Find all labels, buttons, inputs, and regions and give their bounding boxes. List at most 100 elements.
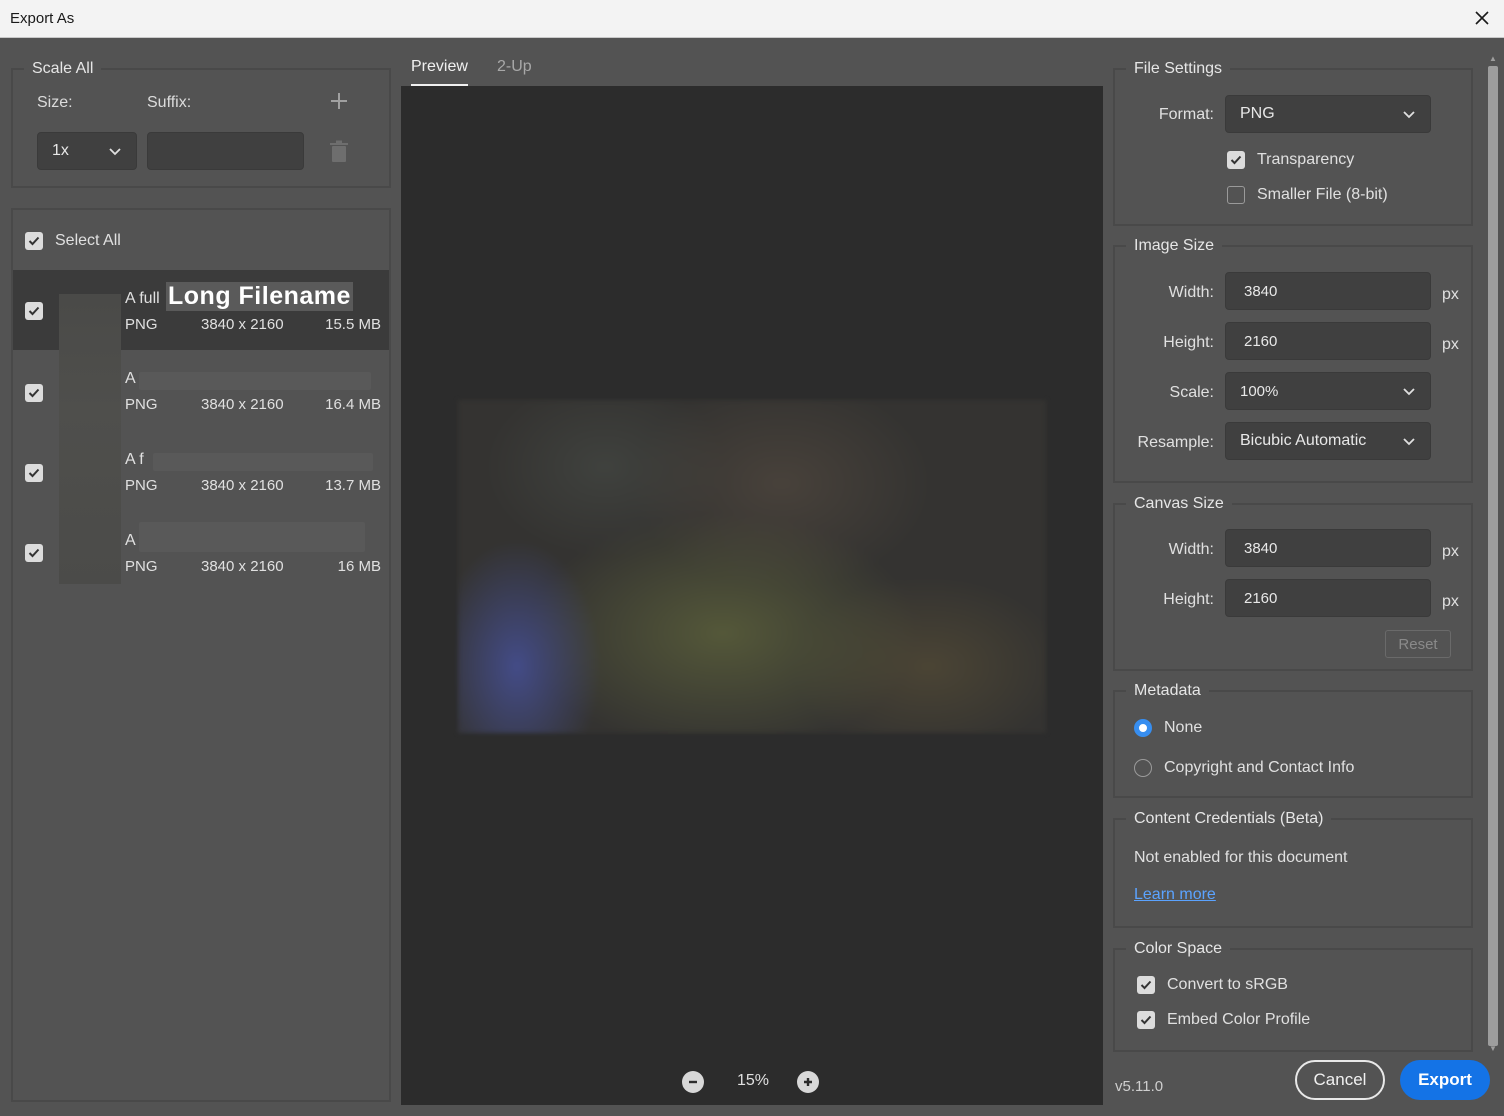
file-dimensions: 3840 x 2160	[201, 558, 284, 575]
embed-color-profile-label: Embed Color Profile	[1167, 1011, 1311, 1028]
file-name-highlight: Long Filename	[166, 282, 353, 311]
zoom-out-icon[interactable]	[682, 1071, 704, 1093]
file-name-redacted	[139, 372, 371, 390]
resample-dropdown[interactable]: Bicubic Automatic	[1225, 422, 1431, 460]
file-format: PNG	[125, 477, 158, 494]
checkmark-icon	[28, 236, 40, 246]
smaller-file-label: Smaller File (8-bit)	[1257, 186, 1388, 203]
file-size: 16.4 MB	[325, 396, 381, 413]
checkmark-icon	[28, 548, 40, 558]
scale-dropdown[interactable]: 100%	[1225, 372, 1431, 410]
image-height-label: Height:	[1163, 334, 1214, 351]
size-label: Size:	[37, 94, 73, 111]
file-format: PNG	[125, 316, 158, 333]
cancel-button[interactable]: Cancel	[1295, 1060, 1385, 1100]
title-bar: Export As	[0, 0, 1504, 38]
canvas-width-label: Width:	[1168, 541, 1214, 558]
checkmark-icon	[1140, 980, 1152, 990]
file-checkbox[interactable]	[25, 544, 43, 562]
file-dimensions: 3840 x 2160	[201, 316, 284, 333]
file-settings-legend: File Settings	[1126, 60, 1231, 78]
suffix-input[interactable]	[147, 132, 304, 170]
scroll-thumb[interactable]	[1488, 66, 1498, 1046]
tab-2-up[interactable]: 2-Up	[497, 58, 532, 76]
select-all-label: Select All	[55, 232, 121, 249]
format-value: PNG	[1240, 105, 1275, 122]
file-name-prefix: A	[125, 370, 136, 387]
content-credentials-group	[1113, 818, 1473, 928]
settings-scrollbar[interactable]: ▲ ▼	[1486, 52, 1500, 1056]
convert-srgb-label: Convert to sRGB	[1167, 976, 1288, 993]
add-scale-icon[interactable]	[328, 90, 350, 112]
file-name-redacted	[153, 453, 373, 471]
image-width-unit: px	[1442, 286, 1459, 303]
file-checkbox[interactable]	[25, 384, 43, 402]
transparency-checkbox[interactable]	[1227, 151, 1245, 169]
scroll-up-icon[interactable]: ▲	[1488, 54, 1498, 64]
file-name-prefix: A full	[125, 290, 160, 307]
chevron-down-icon	[1403, 111, 1415, 119]
metadata-none-label: None	[1164, 719, 1203, 736]
preview-area: 15%	[401, 86, 1103, 1105]
content-credentials-status: Not enabled for this document	[1134, 849, 1348, 866]
chevron-down-icon	[1403, 388, 1415, 396]
metadata-none-radio[interactable]	[1134, 719, 1152, 737]
chevron-down-icon	[109, 148, 121, 156]
file-size: 13.7 MB	[325, 477, 381, 494]
suffix-label: Suffix:	[147, 94, 192, 111]
thumbnail-strip	[59, 294, 121, 584]
canvas-width-input[interactable]: 3840	[1225, 529, 1431, 567]
window-title: Export As	[10, 10, 75, 27]
metadata-group	[1113, 690, 1473, 798]
canvas-height-label: Height:	[1163, 591, 1214, 608]
chevron-down-icon	[1403, 438, 1415, 446]
resample-value: Bicubic Automatic	[1240, 432, 1367, 449]
checkmark-icon	[28, 388, 40, 398]
color-space-group	[1113, 948, 1473, 1052]
checkmark-icon	[28, 306, 40, 316]
zoom-level: 15%	[737, 1072, 770, 1089]
content-credentials-legend: Content Credentials (Beta)	[1126, 810, 1332, 828]
scroll-down-icon[interactable]: ▼	[1488, 1044, 1498, 1054]
close-icon[interactable]	[1472, 8, 1492, 28]
file-name-prefix: A f	[125, 451, 144, 468]
file-dimensions: 3840 x 2160	[201, 477, 284, 494]
preview-tabs: Preview 2-Up	[401, 52, 1103, 88]
scale-size-value: 1x	[52, 142, 69, 159]
export-button[interactable]: Export	[1400, 1060, 1490, 1100]
version-label: v5.11.0	[1115, 1078, 1164, 1095]
image-width-label: Width:	[1168, 284, 1214, 301]
scale-size-dropdown[interactable]: 1x	[37, 132, 137, 170]
image-size-legend: Image Size	[1126, 237, 1223, 255]
resample-label: Resample:	[1137, 434, 1214, 451]
file-checkbox[interactable]	[25, 464, 43, 482]
trash-icon[interactable]	[328, 140, 350, 164]
file-name-redacted	[139, 522, 365, 552]
scale-label: Scale:	[1169, 384, 1214, 401]
file-dimensions: 3840 x 2160	[201, 396, 284, 413]
zoom-in-icon[interactable]	[797, 1071, 819, 1093]
transparency-label: Transparency	[1257, 151, 1355, 168]
file-size: 15.5 MB	[325, 316, 381, 333]
embed-color-profile-checkbox[interactable]	[1137, 1011, 1155, 1029]
file-format: PNG	[125, 558, 158, 575]
smaller-file-checkbox[interactable]	[1227, 186, 1245, 204]
file-checkbox[interactable]	[25, 302, 43, 320]
metadata-copyright-radio[interactable]	[1134, 759, 1152, 777]
image-height-input[interactable]: 2160	[1225, 322, 1431, 360]
reset-button[interactable]: Reset	[1385, 630, 1451, 658]
preview-image	[458, 400, 1046, 733]
image-width-input[interactable]: 3840	[1225, 272, 1431, 310]
learn-more-link[interactable]: Learn more	[1134, 886, 1216, 904]
tab-preview[interactable]: Preview	[411, 58, 468, 86]
select-all-checkbox[interactable]	[25, 232, 43, 250]
convert-srgb-checkbox[interactable]	[1137, 976, 1155, 994]
format-dropdown[interactable]: PNG	[1225, 95, 1431, 133]
file-name-prefix: A	[125, 532, 136, 549]
file-list: Select All A full Long Filename PNG 3840…	[11, 208, 391, 1102]
metadata-copyright-label: Copyright and Contact Info	[1164, 759, 1355, 776]
canvas-width-unit: px	[1442, 543, 1459, 560]
scale-value: 100%	[1240, 382, 1279, 400]
canvas-height-input[interactable]: 2160	[1225, 579, 1431, 617]
checkmark-icon	[1140, 1015, 1152, 1025]
